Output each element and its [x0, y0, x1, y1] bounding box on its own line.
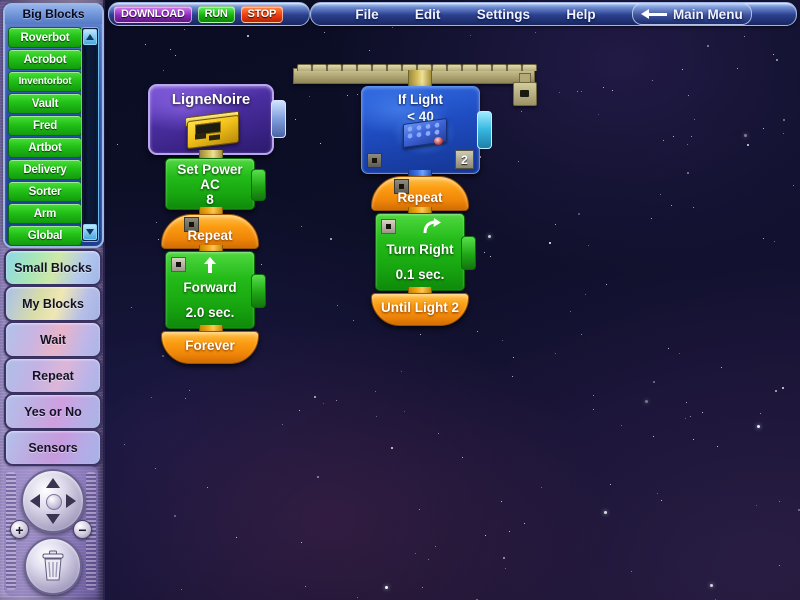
forward-line-2: 2.0 sec. — [185, 305, 235, 320]
small-square-icon — [367, 153, 382, 168]
top-toolbar: DOWNLOAD RUN STOP File Edit Settings Hel… — [105, 0, 800, 26]
trash-can-icon — [42, 550, 64, 581]
program-title-label: LigneNoire — [171, 91, 251, 108]
light-sensor-brick-icon — [392, 111, 456, 155]
lego-stud — [327, 64, 342, 71]
block-side-tab[interactable] — [271, 100, 286, 138]
download-button[interactable]: DOWNLOAD — [114, 5, 192, 23]
rcx-brick-icon — [183, 110, 241, 150]
repeat-label: Repeat — [397, 190, 443, 205]
zoom-in-button[interactable]: + — [10, 520, 29, 539]
menu-item-file[interactable]: File — [355, 7, 378, 22]
until-light-block[interactable]: Until Light 2 — [371, 293, 469, 326]
big-block-item[interactable]: Sorter — [8, 181, 82, 202]
turn-right-line-2: 0.1 sec. — [395, 267, 445, 282]
lego-stud — [462, 64, 477, 71]
main-menu-label: Main Menu — [672, 6, 743, 22]
run-button[interactable]: RUN — [197, 5, 235, 23]
menu-item-settings[interactable]: Settings — [477, 7, 530, 22]
set-power-line-1: Set Power — [177, 162, 243, 177]
menu-item-edit[interactable]: Edit — [415, 7, 441, 22]
big-blocks-panel: Big Blocks Roverbot Acrobot Inventorbot Vau… — [3, 3, 104, 248]
turn-right-block[interactable]: Turn Right 0.1 sec. — [375, 213, 476, 291]
menu-item-help[interactable]: Help — [566, 7, 595, 22]
big-blocks-title: Big Blocks — [5, 5, 102, 24]
lego-stud — [372, 64, 387, 71]
until-light-label: Until Light 2 — [381, 300, 459, 315]
stop-button[interactable]: STOP — [240, 5, 284, 23]
forward-line-1: Forward — [183, 280, 237, 295]
program-title-block[interactable]: LigneNoire — [148, 84, 286, 155]
lego-stud — [297, 64, 312, 71]
lego-stud — [447, 64, 462, 71]
big-block-item[interactable]: Vault — [8, 93, 82, 114]
main-menu-button[interactable]: Main Menu — [631, 3, 752, 25]
if-light-line-1: If Light — [398, 92, 443, 107]
lego-stud — [522, 64, 537, 71]
sidebar-category-wait[interactable]: Wait — [4, 321, 102, 358]
run-controls-group: DOWNLOAD RUN STOP — [108, 2, 310, 26]
small-square-icon — [381, 219, 396, 234]
big-blocks-list[interactable]: Roverbot Acrobot Inventorbot Vault Fred Artbo… — [8, 27, 82, 246]
sidebar-category-repeat[interactable]: Repeat — [4, 357, 102, 394]
application-window: LigneNoire Set Power AC 8 Repeat Forward… — [0, 0, 800, 600]
lego-stud — [507, 64, 522, 71]
big-block-item[interactable]: Inventorbot — [8, 71, 82, 92]
sidebar-category-yes-or-no[interactable]: Yes or No — [4, 393, 102, 430]
zoom-out-button[interactable]: − — [73, 520, 92, 539]
lego-stud — [432, 64, 447, 71]
set-power-line-2: AC — [200, 177, 220, 192]
block-side-tab[interactable] — [251, 274, 266, 308]
lego-stud — [342, 64, 357, 71]
turn-right-line-1: Turn Right — [386, 242, 454, 257]
repeat-block-right[interactable]: Repeat — [371, 176, 469, 211]
block-side-tab[interactable] — [251, 169, 266, 201]
big-block-item[interactable]: Arm — [8, 203, 82, 224]
sidebar-category-small-blocks[interactable]: Small Blocks — [4, 249, 102, 286]
menu-bar: File Edit Settings Help Main Menu — [310, 2, 797, 26]
lego-stud — [492, 64, 507, 71]
big-block-item[interactable]: Global — [8, 225, 82, 246]
block-side-tab[interactable] — [477, 111, 492, 149]
repeat-block-left[interactable]: Repeat — [161, 214, 259, 249]
lego-stud — [477, 64, 492, 71]
rail-end-connector — [513, 82, 537, 106]
big-block-item[interactable]: Artbot — [8, 137, 82, 158]
forward-block[interactable]: Forward 2.0 sec. — [165, 251, 266, 329]
big-block-item[interactable]: Acrobot — [8, 49, 82, 70]
left-sidebar: Big Blocks Roverbot Acrobot Inventorbot Vau… — [0, 0, 105, 600]
lego-stud — [357, 64, 372, 71]
arrow-turn-right-icon — [423, 218, 441, 234]
set-power-block[interactable]: Set Power AC 8 — [165, 158, 266, 210]
set-power-line-3: 8 — [206, 192, 214, 207]
sidebar-category-sensors[interactable]: Sensors — [4, 429, 102, 466]
program-canvas[interactable]: LigneNoire Set Power AC 8 Repeat Forward… — [103, 26, 800, 600]
big-blocks-scrollbar[interactable] — [81, 27, 99, 242]
scrollbar-track[interactable] — [84, 45, 96, 224]
lego-stud — [312, 64, 327, 71]
navigation-zone: + − — [4, 466, 98, 596]
triangle-up-icon[interactable] — [83, 29, 97, 45]
if-light-block[interactable]: If Light < 40 2 — [361, 86, 492, 174]
big-block-item[interactable]: Fred — [8, 115, 82, 136]
sensor-port-badge: 2 — [455, 150, 474, 169]
sidebar-category-my-blocks[interactable]: My Blocks — [4, 285, 102, 322]
small-square-icon — [171, 257, 186, 272]
trash-can-button[interactable] — [24, 537, 82, 595]
arrow-up-icon — [204, 257, 216, 273]
repeat-label: Repeat — [187, 228, 233, 243]
arrow-left-icon — [640, 9, 667, 19]
big-block-item[interactable]: Delivery — [8, 159, 82, 180]
lego-stud — [387, 64, 402, 71]
forever-label: Forever — [185, 338, 235, 353]
forever-block[interactable]: Forever — [161, 331, 259, 364]
triangle-down-icon[interactable] — [83, 224, 97, 240]
block-side-tab[interactable] — [461, 236, 476, 270]
big-block-item[interactable]: Roverbot — [8, 27, 82, 48]
